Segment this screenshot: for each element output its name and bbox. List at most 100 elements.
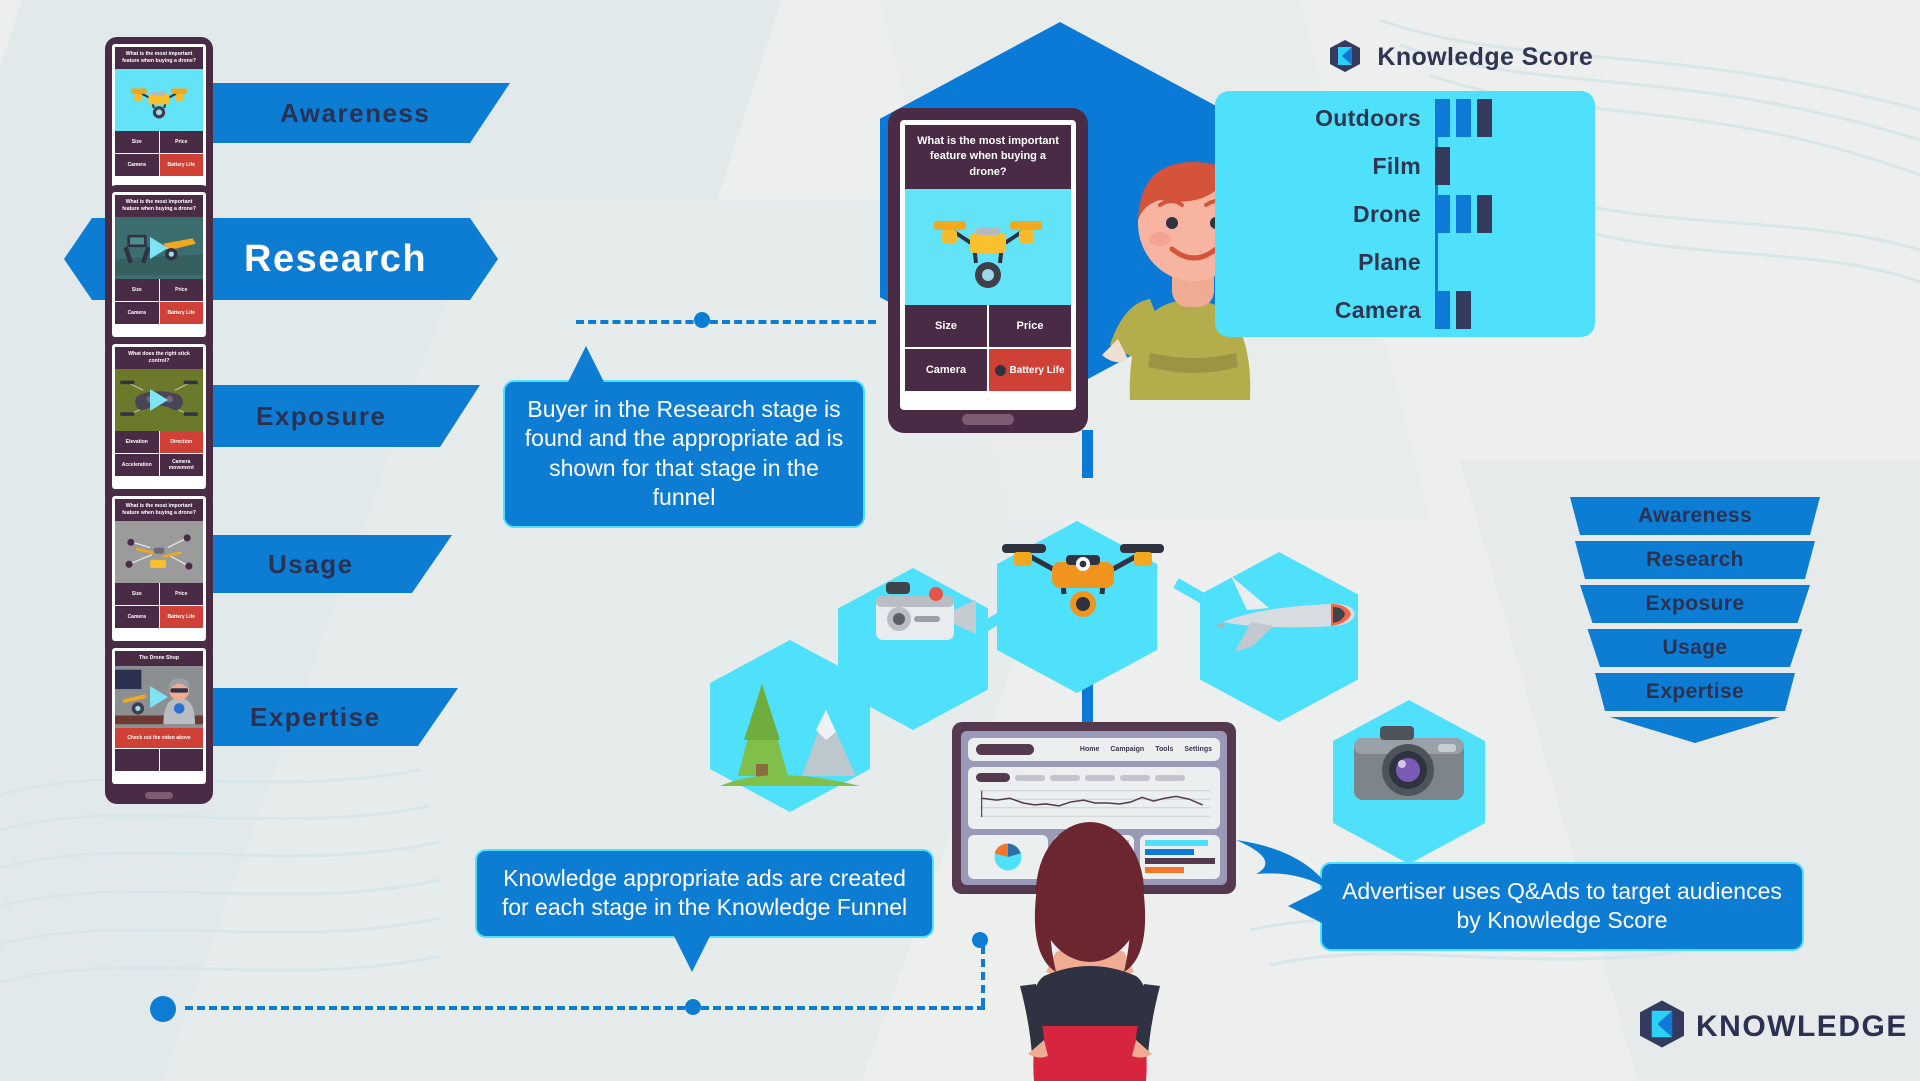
answer-option[interactable]: Price	[159, 279, 203, 302]
chart-row: Plane	[1215, 240, 1595, 284]
ad-answer-grid[interactable]: Size Price Camera Battery Life	[115, 131, 203, 177]
ad-question: What is the most important feature when …	[115, 499, 203, 522]
answer-option-selected[interactable]: Battery Life	[989, 349, 1071, 392]
answer-option-selected[interactable]: Battery Life	[159, 154, 203, 177]
funnel-stage-usage[interactable]: Usage	[1587, 629, 1803, 667]
connector-node-bottom-left	[150, 996, 176, 1022]
answer-option[interactable]: Camera	[115, 302, 159, 325]
knowledge-score-chart: Outdoors Film Drone Plane Camera	[1215, 91, 1595, 337]
answer-option[interactable]	[159, 749, 203, 772]
stage-label: Research	[244, 237, 428, 280]
play-icon[interactable]	[150, 237, 168, 260]
funnel-arrow-icon	[1610, 717, 1780, 743]
chart-category-label: Drone	[1353, 200, 1421, 227]
answer-option[interactable]: Camera	[115, 154, 159, 177]
ad-image-drone-diagram	[115, 521, 203, 584]
stage-ribbon-expertise[interactable]: Expertise	[190, 688, 458, 746]
nav-item-home[interactable]: Home	[1080, 746, 1099, 753]
funnel-stage-research[interactable]: Research	[1575, 541, 1815, 579]
nav-item-settings[interactable]: Settings	[1184, 746, 1212, 753]
answer-option[interactable]: Size	[115, 279, 159, 302]
nav-item-campaign[interactable]: Campaign	[1110, 746, 1144, 753]
ad-question: What does the right stick control?	[115, 347, 203, 370]
knowledge-k-icon	[1640, 1000, 1684, 1053]
answer-option[interactable]: Size	[115, 583, 159, 606]
advertiser-character	[1020, 822, 1160, 1081]
chart-category-label: Camera	[1334, 296, 1421, 323]
ad-question: What is the most important feature when …	[115, 195, 203, 218]
ad-video-controller[interactable]	[115, 369, 203, 432]
funnel-stage-exposure[interactable]: Exposure	[1580, 585, 1810, 623]
phone-exposure-ad[interactable]: What does the right stick control? Eleva…	[105, 337, 213, 510]
stage-ribbon-exposure[interactable]: Exposure	[190, 385, 480, 447]
chart-bar	[1435, 96, 1492, 140]
chart-row: Film	[1215, 144, 1595, 188]
answer-option[interactable]	[115, 749, 159, 772]
ad-brand-title: The Drone Shop	[115, 651, 203, 667]
chart-bar	[1435, 144, 1450, 188]
hero-phone[interactable]: What is the most important feature when …	[888, 108, 1088, 433]
ads-created-callout: Knowledge appropriate ads are created fo…	[477, 851, 932, 972]
phone-awareness-ad[interactable]: What is the most important feature when …	[105, 37, 213, 210]
connector-node-bottom-mid	[685, 999, 701, 1015]
brand-text: KNOWLEDGE	[1696, 1009, 1908, 1043]
answer-option-selected[interactable]: Direction	[159, 431, 203, 454]
hero-ad-answer-grid[interactable]: Size Price Camera Battery Life	[905, 305, 1071, 392]
ad-image-drone	[115, 69, 203, 132]
phone-expertise-ad[interactable]: The Drone Shop Check out the video above	[105, 641, 213, 805]
answer-option[interactable]: Camera	[905, 349, 987, 392]
connector-node-vertical-top	[972, 932, 988, 948]
stage-label: Awareness	[280, 97, 431, 128]
knowledge-score-header: Knowledge Score	[1330, 40, 1593, 79]
dotted-connector-bottom	[185, 1006, 985, 1010]
nav-item-tools[interactable]: Tools	[1155, 746, 1173, 753]
answer-option[interactable]: Size	[905, 305, 987, 348]
home-button	[962, 414, 1014, 425]
funnel-stage-expertise[interactable]: Expertise	[1595, 673, 1795, 711]
ad-answer-grid[interactable]: Size Price Camera Battery Life	[115, 279, 203, 325]
ad-video-shop[interactable]	[115, 666, 203, 729]
stage-ribbon-usage[interactable]: Usage	[190, 535, 452, 593]
knowledge-brand-logo: KNOWLEDGE	[1640, 1000, 1908, 1053]
phone-usage-ad[interactable]: What is the most important feature when …	[105, 489, 213, 662]
connector-node-research	[694, 312, 710, 328]
home-button	[145, 792, 173, 800]
hero-ad-image-drone	[905, 189, 1071, 306]
answer-option[interactable]: Acceleration	[115, 454, 159, 477]
answer-option[interactable]: Elevation	[115, 431, 159, 454]
camera-icon	[1354, 726, 1464, 800]
knowledge-score-title: Knowledge Score	[1377, 43, 1594, 71]
answer-option[interactable]: Camera movement	[159, 454, 203, 477]
phone-research-ad[interactable]: What is the most important feature when …	[105, 185, 213, 358]
answer-option[interactable]: Price	[989, 305, 1071, 348]
stage-ribbon-awareness[interactable]: Awareness	[200, 83, 510, 143]
advertiser-callout: Advertiser uses Q&Ads to target audience…	[1288, 864, 1802, 949]
answer-option[interactable]: Size	[115, 131, 159, 154]
outdoors-icon	[720, 684, 860, 786]
play-icon[interactable]	[150, 389, 168, 412]
ad-answer-grid[interactable]	[115, 749, 203, 772]
research-stage-callout: Buyer in the Research stage is found and…	[505, 346, 863, 526]
ad-answer-grid[interactable]: Size Price Camera Battery Life	[115, 583, 203, 629]
stage-label: Expertise	[250, 701, 381, 732]
chart-row: Camera	[1215, 288, 1595, 332]
answer-option-selected[interactable]: Battery Life	[159, 606, 203, 629]
chart-row: Drone	[1215, 192, 1595, 236]
play-icon[interactable]	[150, 686, 168, 709]
plane-icon	[1215, 576, 1355, 652]
answer-option[interactable]: Camera	[115, 606, 159, 629]
dashboard-navbar[interactable]: Home Campaign Tools Settings	[968, 738, 1220, 761]
ad-video-flying[interactable]	[115, 217, 203, 280]
chart-category-label: Plane	[1358, 248, 1421, 275]
knowledge-k-icon	[1330, 40, 1360, 79]
hero-ad-question: What is the most important feature when …	[905, 125, 1071, 190]
ad-answer-grid[interactable]: Elevation Direction Acceleration Camera …	[115, 431, 203, 477]
answer-option[interactable]: Price	[159, 131, 203, 154]
chart-bar	[1435, 288, 1471, 332]
funnel-stage-awareness[interactable]: Awareness	[1570, 497, 1820, 535]
answer-option-selected[interactable]: Battery Life	[159, 302, 203, 325]
chart-category-label: Film	[1372, 152, 1421, 179]
camcorder-icon	[876, 582, 976, 640]
ad-cta[interactable]: Check out the video above	[115, 728, 203, 749]
answer-option[interactable]: Price	[159, 583, 203, 606]
